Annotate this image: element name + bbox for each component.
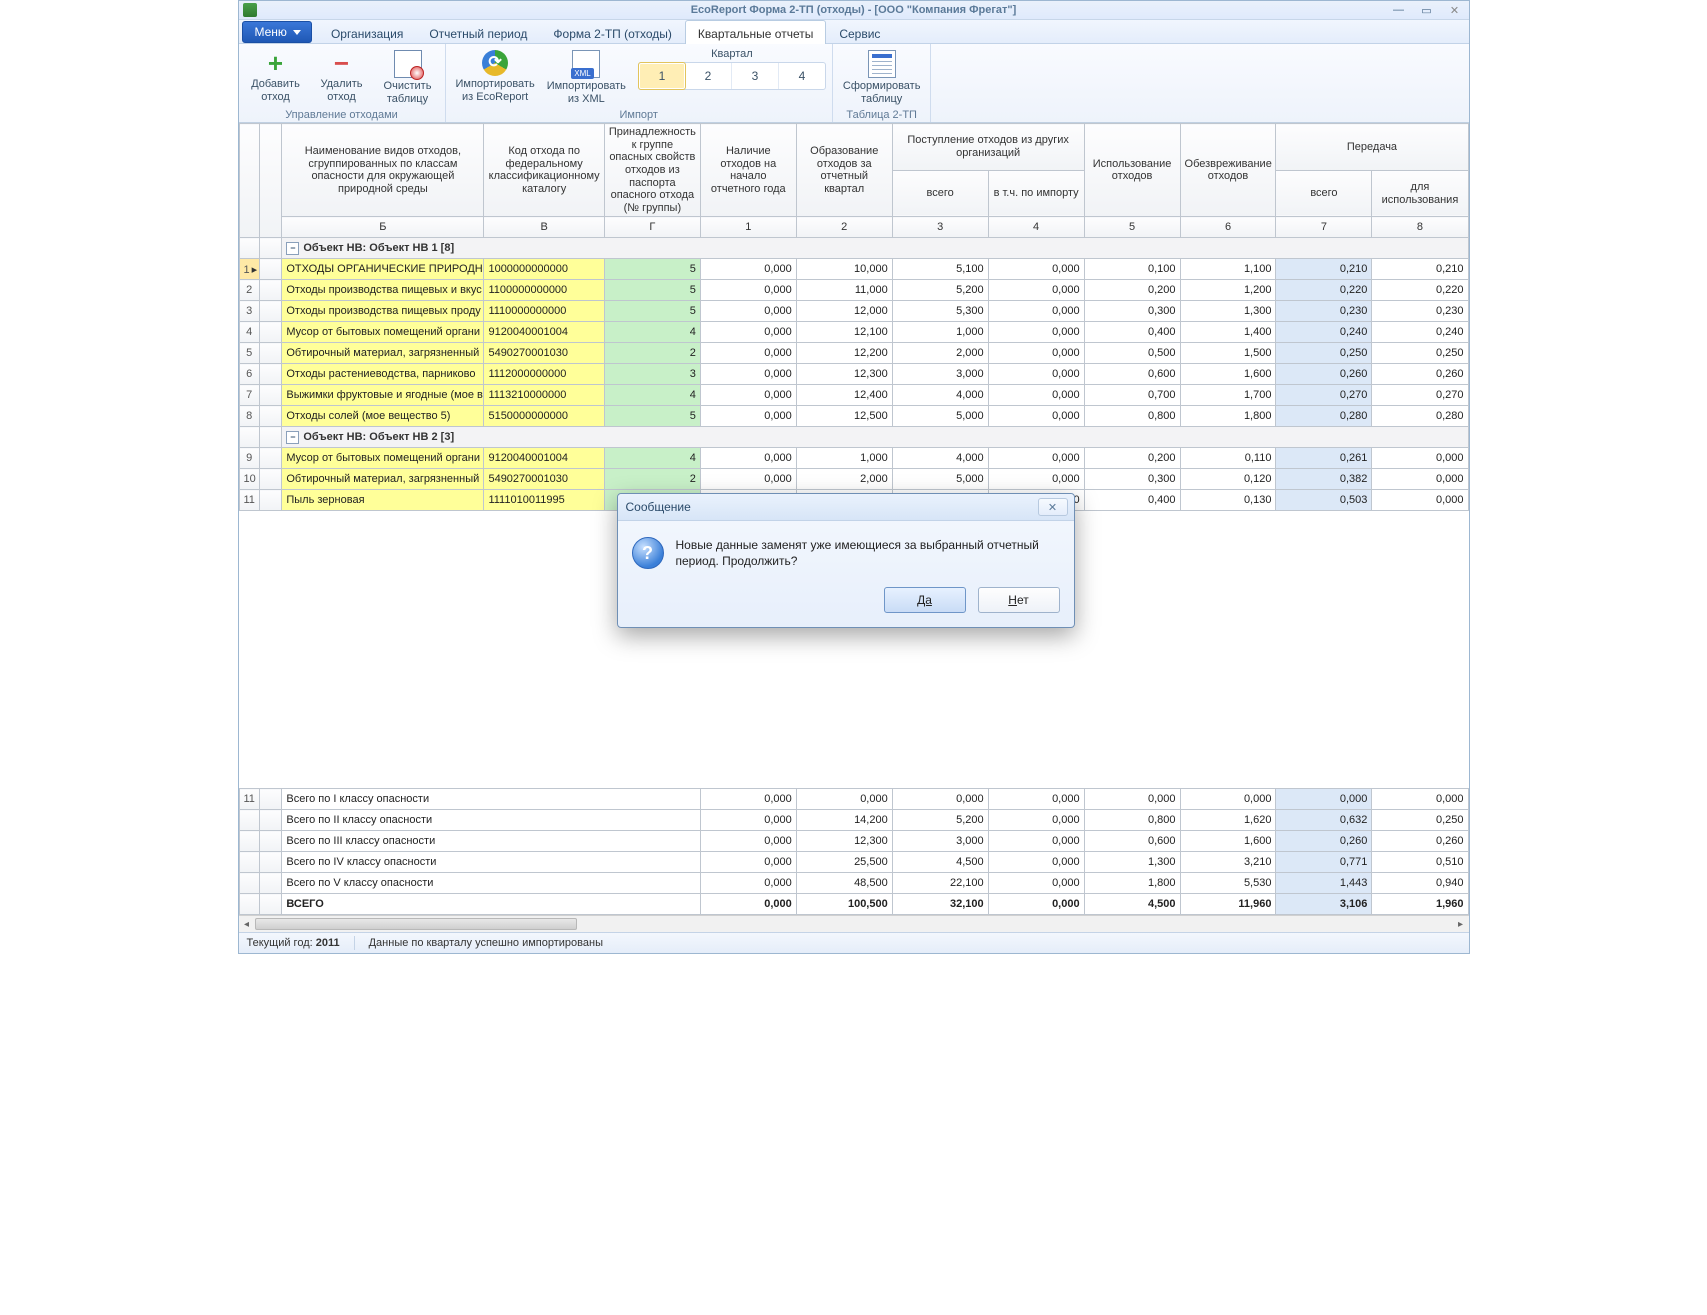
tab-0[interactable]: Организация: [318, 20, 416, 43]
status-message: Данные по кварталу успешно импортированы: [369, 937, 603, 949]
question-icon: ?: [632, 537, 664, 569]
ribbon-group-0: +Добавитьотход−УдалитьотходОчиститьтабли…: [239, 44, 446, 122]
clear-grid-icon: [394, 50, 422, 78]
data-row[interactable]: 4Мусор от бытовых помещений органи912004…: [239, 322, 1468, 343]
dialog-message: Новые данные заменят уже имеющиеся за вы…: [676, 537, 1060, 569]
title-bar: EcoReport Форма 2-ТП (отходы) - [ООО "Ко…: [239, 1, 1469, 20]
import-eco-icon: [482, 50, 508, 76]
horizontal-scrollbar[interactable]: ◂ ▸: [239, 915, 1469, 932]
data-row[interactable]: 3Отходы производства пищевых проду111000…: [239, 301, 1468, 322]
summary-row: Всего по IV классу опасности0,00025,5004…: [239, 852, 1468, 873]
group-row[interactable]: −Объект НВ: Объект НВ 1 [8]: [239, 238, 1468, 259]
ribbon-group-1: Импортироватьиз EcoReportИмпортироватьиз…: [446, 44, 833, 122]
summary-row: Всего по III классу опасности0,00012,300…: [239, 831, 1468, 852]
summary-row: 11Всего по I классу опасности0,0000,0000…: [239, 789, 1468, 810]
quarter-3[interactable]: 3: [732, 63, 779, 89]
data-row[interactable]: 2Отходы производства пищевых и вкус11000…: [239, 280, 1468, 301]
ribbon-imp-eco[interactable]: Импортироватьиз EcoReport: [452, 48, 539, 105]
menu-button-label: Меню: [255, 25, 287, 39]
quarter-1[interactable]: 1: [638, 62, 686, 90]
data-row[interactable]: 7Выжимки фруктовые и ягодные (мое в11132…: [239, 385, 1468, 406]
summary-row: Всего по II классу опасности0,00014,2005…: [239, 810, 1468, 831]
data-row[interactable]: 6Отходы растениеводства, парниково111200…: [239, 364, 1468, 385]
tab-4[interactable]: Сервис: [826, 20, 893, 43]
confirm-dialog: Сообщение ✕ ? Новые данные заменят уже и…: [617, 493, 1075, 628]
collapse-icon[interactable]: −: [286, 242, 299, 255]
data-grid[interactable]: Наименование видов отходов, сгруппирован…: [239, 123, 1469, 511]
caret-down-icon: [293, 30, 301, 35]
ribbon: +Добавитьотход−УдалитьотходОчиститьтабли…: [239, 44, 1469, 123]
ribbon-imp-xml[interactable]: Импортироватьиз XML: [543, 48, 630, 107]
quarter-4[interactable]: 4: [779, 63, 825, 89]
data-row[interactable]: 9Мусор от бытовых помещений органи912004…: [239, 448, 1468, 469]
tab-2[interactable]: Форма 2-ТП (отходы): [540, 20, 685, 43]
dialog-title-bar[interactable]: Сообщение ✕: [618, 494, 1074, 521]
quarter-2[interactable]: 2: [685, 63, 732, 89]
dialog-yes-button[interactable]: Да: [884, 587, 966, 613]
minimize-button[interactable]: —: [1385, 3, 1413, 17]
ribbon-group-label: Таблица 2-ТП: [833, 109, 931, 121]
app-window: EcoReport Форма 2-ТП (отходы) - [ООО "Ко…: [238, 0, 1470, 954]
dialog-title: Сообщение: [626, 500, 691, 514]
tab-3[interactable]: Квартальные отчеты: [685, 20, 826, 44]
menu-button[interactable]: Меню: [242, 21, 312, 43]
form-table-icon: [868, 50, 896, 78]
data-row[interactable]: 1▸ОТХОДЫ ОРГАНИЧЕСКИЕ ПРИРОДНОГО10000000…: [239, 259, 1468, 280]
data-row[interactable]: 8Отходы солей (мое вещество 5)5150000000…: [239, 406, 1468, 427]
tab-1[interactable]: Отчетный период: [416, 20, 540, 43]
maximize-button[interactable]: ▭: [1413, 3, 1441, 17]
ribbon-del[interactable]: −Удалитьотход: [311, 48, 373, 105]
quarter-label: Квартал: [711, 48, 753, 60]
status-year: 2011: [316, 937, 340, 949]
data-row[interactable]: 5Обтирочный материал, загрязненный549027…: [239, 343, 1468, 364]
minus-icon: −: [329, 50, 355, 76]
status-year-label: Текущий год:: [247, 937, 313, 949]
close-button[interactable]: ✕: [1441, 3, 1469, 17]
total-row: ВСЕГО0,000100,50032,1000,0004,50011,9603…: [239, 894, 1468, 915]
scroll-left-icon[interactable]: ◂: [239, 916, 255, 932]
ribbon-clear[interactable]: Очиститьтаблицу: [377, 48, 439, 107]
collapse-icon[interactable]: −: [286, 431, 299, 444]
ribbon-add[interactable]: +Добавитьотход: [245, 48, 307, 105]
scroll-thumb[interactable]: [255, 918, 577, 930]
data-row[interactable]: 10Обтирочный материал, загрязненный54902…: [239, 469, 1468, 490]
ribbon-group-label: Импорт: [446, 109, 832, 121]
window-buttons: — ▭ ✕: [1385, 3, 1469, 17]
menu-tabs: Меню ОрганизацияОтчетный периодФорма 2-Т…: [239, 20, 1469, 44]
dialog-no-button[interactable]: Нет: [978, 587, 1060, 613]
quarter-selector: Квартал 1234: [638, 48, 826, 90]
status-bar: Текущий год: 2011 Данные по кварталу усп…: [239, 932, 1469, 953]
ribbon-form[interactable]: Сформироватьтаблицу: [839, 48, 925, 107]
summary-grid: 11Всего по I классу опасности0,0000,0000…: [239, 788, 1469, 915]
window-title: EcoReport Форма 2-ТП (отходы) - [ООО "Ко…: [239, 4, 1469, 16]
app-icon: [243, 3, 257, 17]
ribbon-group-2: Сформироватьтаблицу Таблица 2-ТП: [833, 44, 932, 122]
scroll-right-icon[interactable]: ▸: [1453, 916, 1469, 932]
xml-icon: [572, 50, 600, 78]
summary-row: Всего по V классу опасности0,00048,50022…: [239, 873, 1468, 894]
plus-icon: +: [263, 50, 289, 76]
dialog-close-button[interactable]: ✕: [1038, 498, 1068, 516]
group-row[interactable]: −Объект НВ: Объект НВ 2 [3]: [239, 427, 1468, 448]
ribbon-group-label: Управление отходами: [239, 109, 445, 121]
